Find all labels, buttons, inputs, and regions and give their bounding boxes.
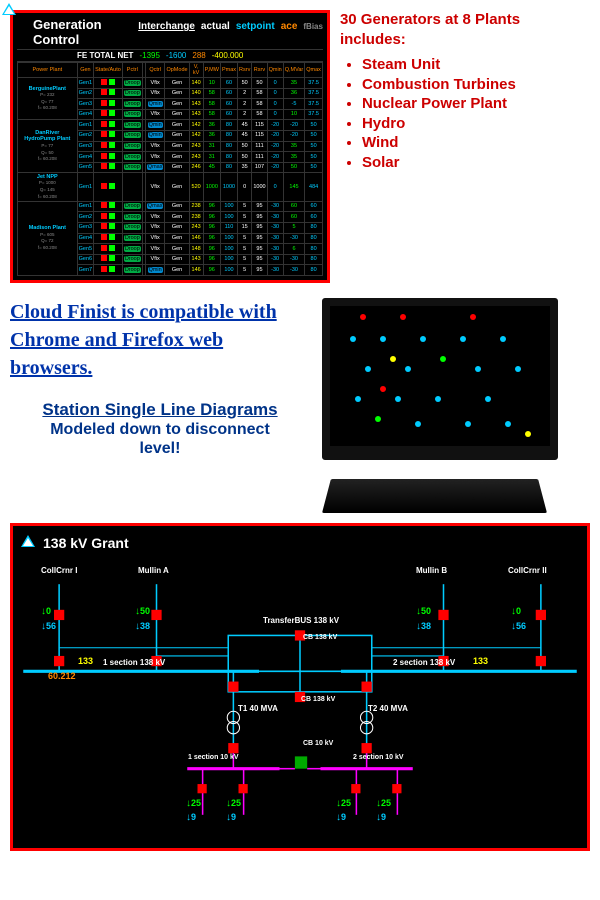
- feature-item: Hydro: [362, 114, 590, 134]
- sld-heading: Station Single Line Diagrams: [10, 400, 310, 420]
- compat-text: Cloud Finist is compatible with Chrome a…: [10, 298, 310, 382]
- logo-icon: [2, 3, 16, 15]
- sld-title: 138 kV Grant: [43, 535, 129, 551]
- logo-icon: [21, 535, 35, 547]
- feature-item: Solar: [362, 153, 590, 173]
- feature-list: 30 Generators at 8 Plants includes: Stea…: [340, 10, 590, 283]
- feature-item: Wind: [362, 133, 590, 153]
- feature-item: Combustion Turbines: [362, 75, 590, 95]
- keyboard-icon: [322, 479, 547, 513]
- single-line-diagram-panel: 138 kV Grant: [10, 523, 590, 851]
- gen-title: Generation Control: [33, 17, 132, 47]
- monitor-illustration: [322, 298, 572, 513]
- generator-table: Power PlantGenState/AutoPctrlQctrlOpMode…: [17, 62, 323, 276]
- feature-heading: 30 Generators at 8 Plants includes:: [340, 10, 590, 49]
- generation-control-panel: Generation Control Interchange actual se…: [10, 10, 330, 283]
- feature-item: Nuclear Power Plant: [362, 94, 590, 114]
- feature-item: Steam Unit: [362, 55, 590, 75]
- monitor-screen: [322, 298, 558, 460]
